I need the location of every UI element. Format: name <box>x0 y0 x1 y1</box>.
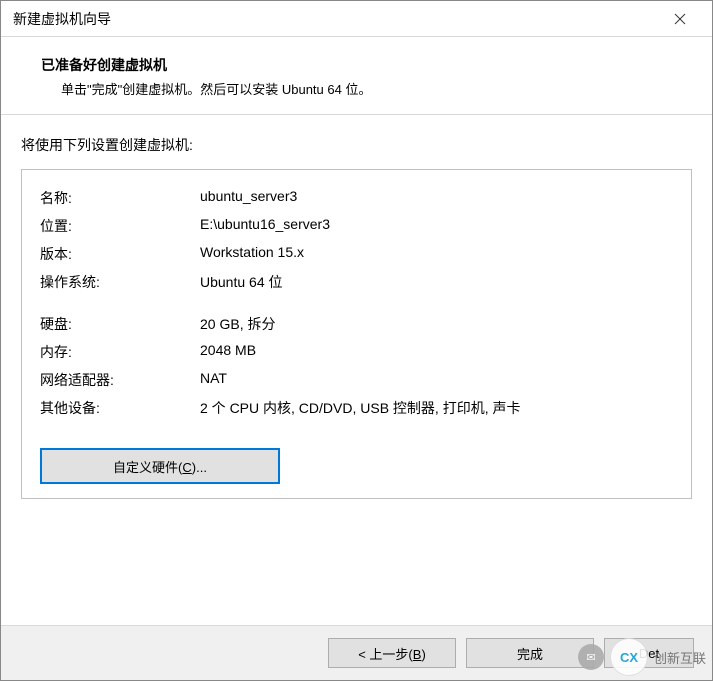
customize-hardware-button[interactable]: 自定义硬件(C)... <box>40 448 280 484</box>
window-title: 新建虚拟机向导 <box>13 9 111 29</box>
wizard-header: 已准备好创建虚拟机 单击"完成"创建虚拟机。然后可以安装 Ubuntu 64 位… <box>1 37 712 115</box>
spacer-row <box>40 296 673 310</box>
row-label: 名称: <box>40 184 200 212</box>
table-row: 硬盘:20 GB, 拆分 <box>40 310 673 338</box>
customize-access-key: C <box>182 460 191 475</box>
row-label: 内存: <box>40 338 200 366</box>
back-label-post: ) <box>421 647 425 662</box>
row-label: 位置: <box>40 212 200 240</box>
customize-label-pre: 自定义硬件( <box>113 460 182 475</box>
content-area: 将使用下列设置创建虚拟机: 名称:ubuntu_server3位置:E:\ubu… <box>1 115 712 625</box>
wizard-button-row: < 上一步(B) 完成 Det ✉ CX 创新互联 <box>1 625 712 680</box>
customize-label-post: )... <box>192 460 207 475</box>
row-label: 操作系统: <box>40 268 200 296</box>
intro-text: 将使用下列设置创建虚拟机: <box>21 135 692 155</box>
table-row: 名称:ubuntu_server3 <box>40 184 673 212</box>
wizard-window: 新建虚拟机向导 已准备好创建虚拟机 单击"完成"创建虚拟机。然后可以安装 Ubu… <box>0 0 713 681</box>
row-label: 其他设备: <box>40 394 200 422</box>
row-value: 2 个 CPU 内核, CD/DVD, USB 控制器, 打印机, 声卡 <box>200 394 673 422</box>
summary-box: 名称:ubuntu_server3位置:E:\ubuntu16_server3版… <box>21 169 692 499</box>
table-row: 网络适配器:NAT <box>40 366 673 394</box>
back-button[interactable]: < 上一步(B) <box>328 638 456 668</box>
close-icon <box>674 13 686 25</box>
table-row: 操作系统:Ubuntu 64 位 <box>40 268 673 296</box>
row-value: ubuntu_server3 <box>200 184 673 212</box>
close-button[interactable] <box>660 4 700 34</box>
row-value: Ubuntu 64 位 <box>200 268 673 296</box>
titlebar: 新建虚拟机向导 <box>1 1 712 37</box>
back-label-pre: < 上一步( <box>358 647 413 662</box>
row-value: E:\ubuntu16_server3 <box>200 212 673 240</box>
cancel-label-partial: Det <box>639 646 659 661</box>
row-value: Workstation 15.x <box>200 240 673 268</box>
finish-button[interactable]: 完成 <box>466 638 594 668</box>
row-label: 版本: <box>40 240 200 268</box>
wizard-header-subtitle: 单击"完成"创建虚拟机。然后可以安装 Ubuntu 64 位。 <box>21 79 692 98</box>
row-label: 硬盘: <box>40 310 200 338</box>
row-value: 2048 MB <box>200 338 673 366</box>
table-row: 版本:Workstation 15.x <box>40 240 673 268</box>
wizard-header-title: 已准备好创建虚拟机 <box>21 55 692 75</box>
row-value: 20 GB, 拆分 <box>200 310 673 338</box>
table-row: 内存:2048 MB <box>40 338 673 366</box>
summary-table: 名称:ubuntu_server3位置:E:\ubuntu16_server3版… <box>40 184 673 422</box>
cancel-button-partial[interactable]: Det <box>604 638 694 668</box>
row-value: NAT <box>200 366 673 394</box>
finish-label: 完成 <box>517 647 543 662</box>
table-row: 位置:E:\ubuntu16_server3 <box>40 212 673 240</box>
row-label: 网络适配器: <box>40 366 200 394</box>
table-row: 其他设备:2 个 CPU 内核, CD/DVD, USB 控制器, 打印机, 声… <box>40 394 673 422</box>
